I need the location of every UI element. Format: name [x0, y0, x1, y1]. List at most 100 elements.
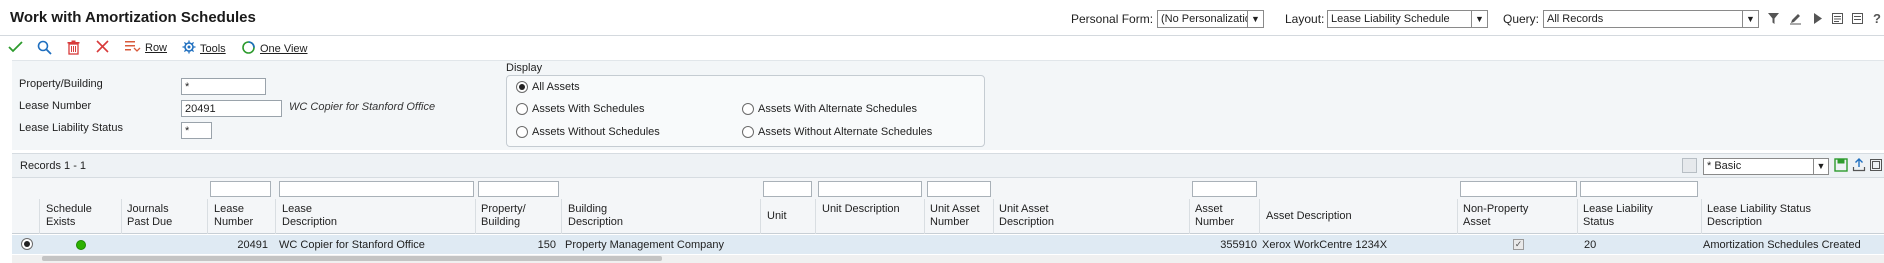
col-asset-description[interactable]: Asset Description — [1266, 210, 1416, 223]
col-unit-description[interactable]: Unit Description — [822, 203, 902, 216]
radio-selected-icon — [516, 81, 528, 93]
personal-form-label: Personal Form: — [1071, 12, 1154, 26]
scrollbar-thumb[interactable] — [42, 256, 662, 261]
table-row[interactable]: 20491 WC Copier for Stanford Office 150 … — [12, 235, 1884, 254]
col-lease-liability-status-description[interactable]: Lease Liability Status Description — [1707, 203, 1827, 229]
one-view-button[interactable]: One View — [241, 40, 308, 58]
radio-all-assets[interactable]: All Assets — [516, 81, 580, 93]
chevron-down-icon: ▼ — [1742, 11, 1758, 27]
column-separator — [39, 199, 40, 234]
radio-label: Assets Without Schedules — [532, 126, 660, 138]
col-schedule-exists[interactable]: Schedule Exists — [46, 203, 106, 229]
query-by-example-row — [12, 178, 1884, 199]
trash-icon — [67, 40, 80, 58]
maximize-grid-icon[interactable] — [1869, 158, 1883, 175]
layout-select[interactable]: Lease Liability Schedule ▼ — [1327, 10, 1488, 28]
row-select-radio[interactable] — [21, 238, 33, 250]
column-separator — [815, 199, 816, 234]
row-label: Row — [145, 42, 168, 54]
grid-header-bar: Records 1 - 1 * Basic ▼ — [12, 153, 1884, 178]
radio-label: Assets With Schedules — [532, 103, 645, 115]
one-view-icon — [241, 40, 256, 58]
find-button[interactable] — [37, 40, 52, 58]
export-icon[interactable] — [1852, 158, 1866, 175]
qbe-property-building[interactable] — [478, 181, 559, 197]
close-button[interactable] — [96, 40, 109, 56]
records-count: Records 1 - 1 — [20, 160, 87, 172]
qbe-lease-liability-status[interactable] — [1580, 181, 1698, 197]
delete-button[interactable] — [67, 40, 80, 58]
schedule-exists-indicator-icon — [76, 240, 86, 250]
query-select[interactable]: All Records ▼ — [1543, 10, 1759, 28]
col-building-description[interactable]: Building Description — [568, 203, 648, 229]
cell-asset-description: Xerox WorkCentre 1234X — [1262, 239, 1388, 251]
cell-lease-liability-status-description: Amortization Schedules Created — [1703, 239, 1861, 251]
qbe-unit-description[interactable] — [818, 181, 922, 197]
col-property-building[interactable]: Property/ Building — [481, 203, 551, 229]
column-separator — [1457, 199, 1458, 234]
personalize-grid-icon[interactable] — [1682, 158, 1697, 173]
row-menu-button[interactable]: Row — [125, 40, 167, 56]
results-grid: Records 1 - 1 * Basic ▼ Schedule Exists … — [12, 153, 1884, 263]
display-group: All Assets Assets With Schedules Assets … — [506, 75, 985, 147]
personal-form-select[interactable]: (No Personalization) ▼ — [1157, 10, 1264, 28]
qbe-asset-number[interactable] — [1192, 181, 1257, 197]
lease-number-label: Lease Number — [19, 100, 92, 112]
lease-number-input[interactable]: 20491 — [181, 100, 282, 117]
qbe-unit[interactable] — [763, 181, 812, 197]
save-grid-icon[interactable] — [1834, 158, 1848, 175]
qbe-lease-description[interactable] — [279, 181, 474, 197]
col-unit[interactable]: Unit — [767, 210, 807, 223]
one-view-label: One View — [260, 43, 308, 55]
radio-assets-with-alternate-schedules[interactable]: Assets With Alternate Schedules — [742, 103, 917, 115]
radio-label: Assets With Alternate Schedules — [758, 103, 917, 115]
col-unit-asset-description[interactable]: Unit Asset Description — [999, 203, 1079, 229]
edit-query-icon[interactable] — [1788, 11, 1802, 25]
play-icon[interactable] — [1810, 11, 1824, 25]
column-separator — [561, 199, 562, 234]
grid-format-value: * Basic — [1707, 160, 1742, 172]
grid-format-select[interactable]: * Basic ▼ — [1703, 158, 1829, 175]
col-unit-asset-number[interactable]: Unit Asset Number — [930, 203, 990, 229]
radio-assets-without-alternate-schedules[interactable]: Assets Without Alternate Schedules — [742, 126, 932, 138]
col-lease-liability-status[interactable]: Lease Liability Status — [1583, 203, 1663, 229]
col-non-property-asset[interactable]: Non-Property Asset — [1463, 203, 1543, 229]
col-lease-number[interactable]: Lease Number — [214, 203, 269, 229]
lease-liability-status-label: Lease Liability Status — [19, 122, 123, 134]
chevron-down-icon: ▼ — [1813, 159, 1828, 174]
radio-icon — [742, 126, 754, 138]
tools-menu-button[interactable]: Tools — [182, 40, 226, 57]
radio-icon — [516, 126, 528, 138]
chevron-down-icon: ▼ — [1471, 11, 1487, 27]
radio-icon — [516, 103, 528, 115]
horizontal-scrollbar[interactable] — [12, 255, 1884, 263]
radio-label: Assets Without Alternate Schedules — [758, 126, 933, 138]
select-button[interactable] — [8, 40, 23, 56]
display-group-title: Display — [506, 62, 543, 74]
grid-column-headers: Schedule Exists Journals Past Due Lease … — [12, 199, 1884, 234]
property-building-input[interactable]: * — [181, 78, 266, 95]
qbe-non-property-asset[interactable] — [1460, 181, 1577, 197]
column-separator — [1189, 199, 1190, 234]
tools-label: Tools — [200, 42, 226, 55]
more-icon[interactable] — [1850, 11, 1864, 25]
column-separator — [1701, 199, 1702, 234]
layout-value: Lease Liability Schedule — [1331, 13, 1450, 25]
query-value: All Records — [1547, 13, 1604, 25]
qbe-unit-asset-number[interactable] — [927, 181, 991, 197]
radio-label: All Assets — [532, 81, 580, 93]
col-lease-description[interactable]: Lease Description — [282, 203, 362, 229]
radio-assets-without-schedules[interactable]: Assets Without Schedules — [516, 126, 660, 138]
qbe-lease-number[interactable] — [210, 181, 271, 197]
column-separator — [275, 199, 276, 234]
gear-icon — [182, 40, 196, 57]
personal-form-value: (No Personalization) — [1161, 13, 1261, 25]
col-asset-number[interactable]: Asset Number — [1195, 203, 1250, 229]
report-icon[interactable] — [1830, 11, 1844, 25]
filter-icon[interactable] — [1766, 11, 1780, 25]
radio-assets-with-schedules[interactable]: Assets With Schedules — [516, 103, 645, 115]
lease-liability-status-input[interactable]: * — [181, 122, 212, 139]
col-journals-past-due[interactable]: Journals Past Due — [127, 203, 187, 229]
help-icon[interactable]: ? — [1870, 11, 1884, 26]
cell-property-building: 150 — [537, 239, 556, 251]
